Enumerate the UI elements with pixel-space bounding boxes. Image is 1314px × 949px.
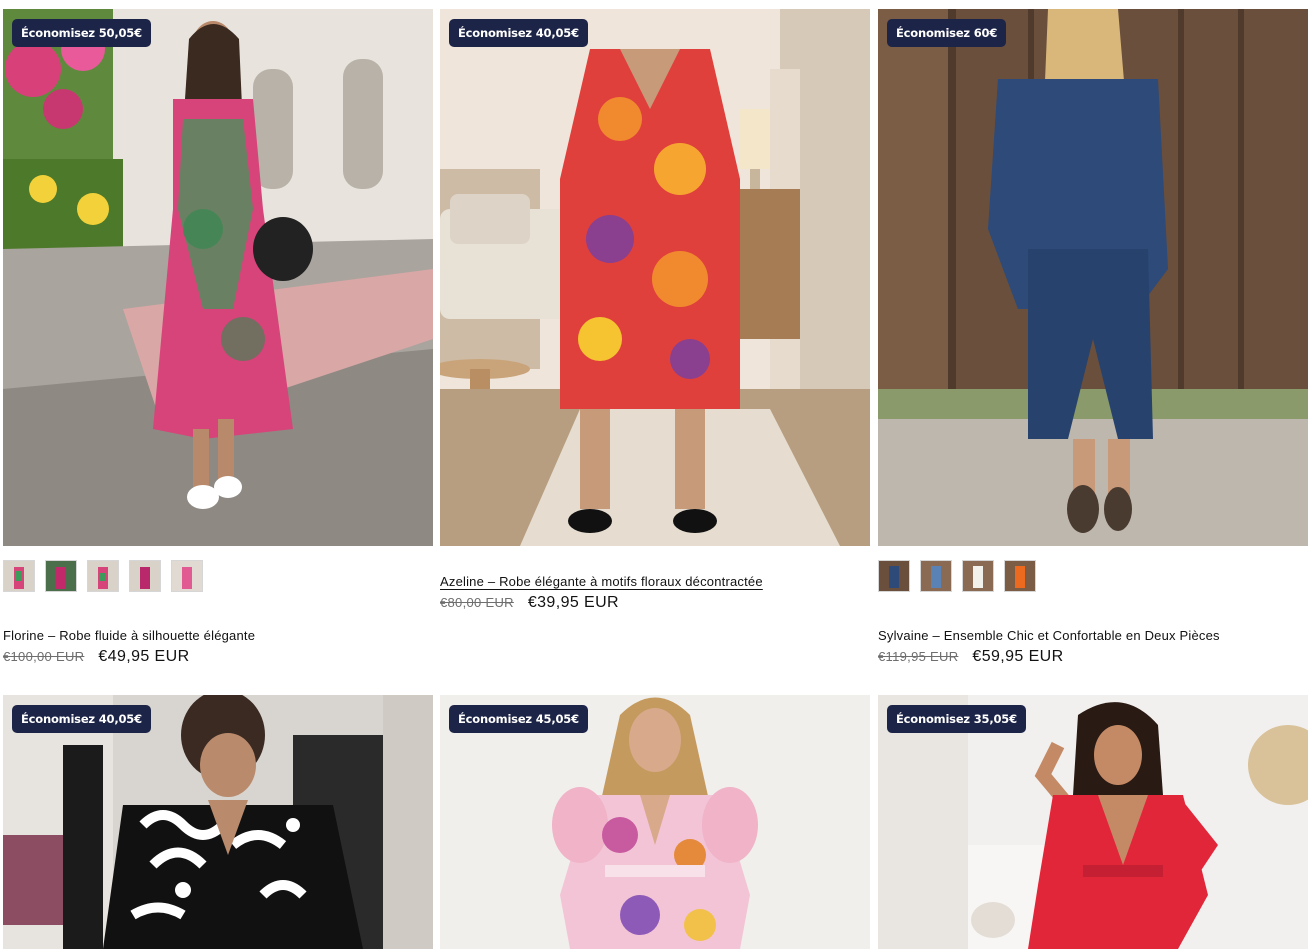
sale-price: €59,95 EUR — [972, 648, 1064, 665]
discount-badge: Économisez 40,05€ — [12, 705, 151, 733]
color-swatch[interactable] — [962, 560, 994, 592]
compare-price: €119,95 EUR — [878, 649, 959, 664]
sale-price: €49,95 EUR — [98, 648, 190, 665]
color-swatch[interactable] — [129, 560, 161, 592]
color-swatch[interactable] — [87, 560, 119, 592]
product-card: Économisez 60€ Sylvaine – Ensemble Chic … — [878, 9, 1308, 666]
product-card: Économisez 35,05€ — [878, 695, 1308, 949]
product-info: Azeline – Robe élégante à motifs floraux… — [440, 573, 870, 612]
product-info: Florine – Robe fluide à silhouette éléga… — [3, 627, 433, 666]
color-swatch[interactable] — [171, 560, 203, 592]
product-image-link[interactable]: Économisez 45,05€ — [440, 695, 870, 949]
product-photo — [440, 9, 870, 546]
product-grid: Économisez 50,05€ Florine – Robe fluide … — [0, 0, 1314, 949]
product-card: Économisez 45,05€ — [440, 695, 870, 949]
product-title[interactable]: Florine – Robe fluide à silhouette éléga… — [3, 627, 255, 644]
product-photo — [3, 695, 433, 949]
price-row: €100,00 EUR €49,95 EUR — [3, 648, 433, 666]
product-info: Sylvaine – Ensemble Chic et Confortable … — [878, 627, 1308, 666]
discount-badge: Économisez 35,05€ — [887, 705, 1026, 733]
color-swatch[interactable] — [3, 560, 35, 592]
color-swatch[interactable] — [1004, 560, 1036, 592]
compare-price: €80,00 EUR — [440, 595, 514, 610]
product-image-link[interactable]: Économisez 60€ — [878, 9, 1308, 546]
discount-badge: Économisez 60€ — [887, 19, 1007, 47]
product-title[interactable]: Azeline – Robe élégante à motifs floraux… — [440, 573, 763, 590]
product-image-link[interactable]: Économisez 40,05€ — [3, 695, 433, 949]
product-photo — [440, 695, 870, 949]
product-title[interactable]: Sylvaine – Ensemble Chic et Confortable … — [878, 627, 1220, 644]
price-row: €119,95 EUR €59,95 EUR — [878, 648, 1308, 666]
product-image-link[interactable]: Économisez 40,05€ — [440, 9, 870, 546]
compare-price: €100,00 EUR — [3, 649, 85, 664]
product-card: Économisez 50,05€ Florine – Robe fluide … — [3, 9, 433, 666]
product-card: Économisez 40,05€ Azeline – Robe élégant… — [440, 9, 870, 612]
sale-price: €39,95 EUR — [527, 594, 619, 611]
discount-badge: Économisez 50,05€ — [12, 19, 151, 47]
product-photo — [878, 695, 1308, 949]
product-photo — [3, 9, 433, 546]
product-image-link[interactable]: Économisez 50,05€ — [3, 9, 433, 546]
discount-badge: Économisez 40,05€ — [449, 19, 588, 47]
product-card: Économisez 40,05€ — [3, 695, 433, 949]
price-row: €80,00 EUR €39,95 EUR — [440, 594, 870, 612]
product-image-link[interactable]: Économisez 35,05€ — [878, 695, 1308, 949]
color-swatches — [3, 558, 433, 594]
discount-badge: Économisez 45,05€ — [449, 705, 588, 733]
color-swatch[interactable] — [878, 560, 910, 592]
product-photo — [878, 9, 1308, 546]
color-swatch[interactable] — [45, 560, 77, 592]
color-swatches — [878, 558, 1308, 594]
color-swatch[interactable] — [920, 560, 952, 592]
